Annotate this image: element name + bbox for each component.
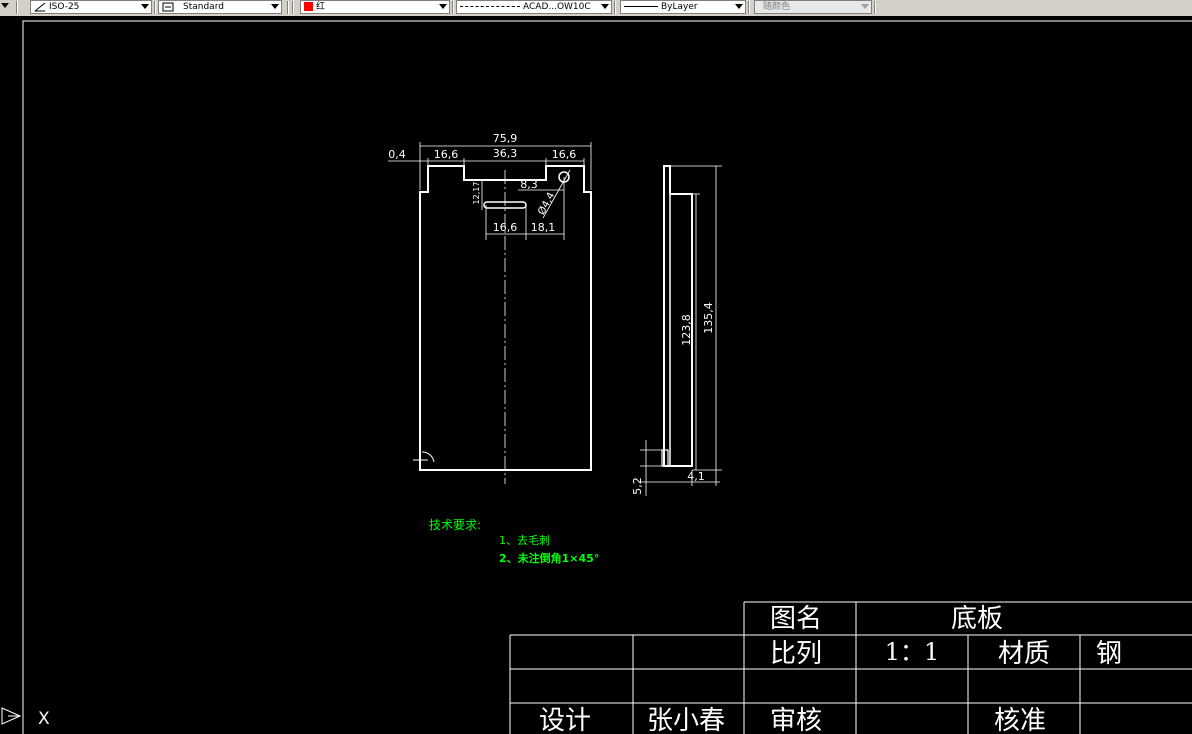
textstyle-icon [162,2,174,11]
dim-overall-height: 135,4 [702,302,715,334]
linetype-value: ACAD...OW10C [523,2,591,12]
chevron-down-icon [141,4,149,9]
ucs-x-label: X [38,709,50,729]
dimstyle-select[interactable]: ISO-25 [30,0,152,14]
toolbar-separator [614,1,616,14]
toolbar-separator [16,1,18,14]
toolbar-separator [154,1,156,14]
titleblock-name-value: 底板 [951,604,1003,634]
dim-slot-width: 16,6 [493,221,518,234]
dim-notch-width: 36,3 [493,147,518,160]
chevron-down-icon [861,4,869,9]
toolbar-separator [748,1,750,14]
toolbar-separator [874,1,876,14]
textstyle-select[interactable]: Standard [158,0,282,14]
textstyle-value: Standard [183,2,224,12]
notes-item-2: 2、未注倒角1×45° [499,551,599,565]
dim-slot-height: 12,17 [472,182,481,205]
notes-item-1: 1、去毛刺 [499,534,550,547]
color-select[interactable]: 红 [300,0,450,14]
dim-flange: 5,2 [631,477,644,495]
titleblock-material-label: 材质 [998,639,1050,669]
color-swatch [304,2,313,11]
linetype-preview [460,6,520,7]
chevron-down-icon [735,4,743,9]
chevron-down-icon [601,4,609,9]
linetype-select[interactable]: ACAD...OW10C [456,0,612,14]
titleblock-scale-value: 1：1 [885,638,940,666]
dim-overall-width: 75,9 [493,132,518,145]
chevron-down-icon [271,4,279,9]
dimstyle-value: ISO-25 [49,2,80,12]
color-value: 红 [316,2,326,12]
dim-slot-to-hole: 18,1 [531,221,556,234]
lineweight-preview [624,6,658,7]
dropdown-arrow-left[interactable] [0,0,12,14]
toolbar-separator [292,1,294,14]
properties-toolbar: ISO-25 Standard 红 ACAD...OW10C ByLayer 随… [0,0,1192,17]
plotstyle-select: 随颜色 [754,0,872,14]
titleblock-designer-value: 张小春 [647,706,725,734]
dim-tab-right: 16,6 [552,148,577,161]
dim-hole-offset: 8,3 [520,178,538,191]
dim-thickness: 4,1 [687,470,705,483]
titleblock-material-value: 钢 [1096,639,1122,669]
lineweight-select[interactable]: ByLayer [620,0,746,14]
dim-offset-left: 0,4 [388,148,406,161]
toolbar-separator [287,1,289,14]
lineweight-value: ByLayer [661,2,698,12]
plotstyle-value: 随颜色 [763,2,791,12]
titleblock-review-label: 审核 [770,706,822,734]
drawing-canvas[interactable]: 75,9 0,4 16,6 36,3 16,6 8,3 12,17 Ø4,4 1… [0,16,1192,734]
titleblock-approve-label: 核准 [994,706,1046,734]
titleblock-name-label: 图名 [770,604,822,634]
notes-heading: 技术要求: [429,518,481,532]
dim-inner-height: 123,8 [680,314,693,346]
titleblock-scale-label: 比列 [770,639,822,669]
titleblock-designer-label: 设计 [539,706,591,734]
chevron-down-icon [439,4,447,9]
dimstyle-icon [34,2,46,11]
dim-tab-left: 16,6 [434,148,459,161]
toolbar-separator [452,1,454,14]
